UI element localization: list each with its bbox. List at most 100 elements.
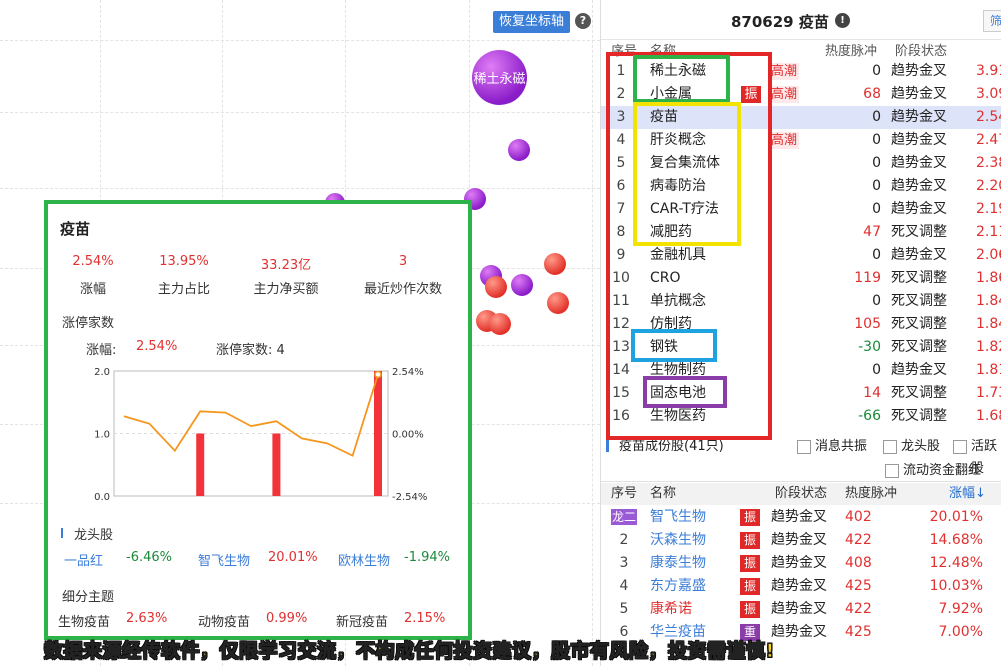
news-checkbox[interactable] <box>797 440 811 454</box>
subtheme-title: 细分主题 <box>62 590 115 605</box>
leader-name[interactable]: 智飞生物 <box>198 550 250 569</box>
stage-status: 死叉调整 <box>891 339 947 355</box>
heat-value: 105 <box>854 316 881 332</box>
disclaimer-banner: 数据来源经传软件，仅限学习交流，不构成任何投资建议，股市有风险，投资需谨慎! <box>44 640 775 663</box>
change-value: 3.09 <box>976 86 1001 102</box>
col-change-sorted[interactable]: 涨幅↓ <box>949 483 986 505</box>
heat-value: 0 <box>872 132 881 148</box>
right-tick-label: -2.54% <box>392 492 427 501</box>
flow-option-label[interactable]: 流动资金翻红 <box>903 460 981 482</box>
col-heat[interactable]: 热度脉冲 <box>825 40 877 59</box>
leader-checkbox[interactable] <box>883 440 897 454</box>
restore-axis-button[interactable]: 恢复坐标轴 <box>493 11 571 33</box>
highlight-box-blue <box>631 329 717 362</box>
news-option-label[interactable]: 消息共振 <box>815 436 867 458</box>
change-value: 2.06 <box>976 247 1001 263</box>
stat-value: 33.23亿 <box>260 258 312 273</box>
col-stage[interactable]: 阶段状态 <box>775 483 827 505</box>
col-idx[interactable]: 序号 <box>611 483 637 505</box>
limit-up-title: 涨停家数 <box>62 316 115 331</box>
change-value: 1.73 <box>976 385 1001 401</box>
active-checkbox[interactable] <box>953 440 967 454</box>
subtheme-name: 新冠疫苗 <box>336 615 389 630</box>
bubble-sector[interactable] <box>485 276 507 298</box>
stock-row[interactable]: 3 康泰生物 振趋势金叉 408 12.48% <box>601 552 1001 575</box>
stat-label: 主力净买额 <box>253 282 319 297</box>
stock-row[interactable]: 2 沃森生物 振趋势金叉 422 14.68% <box>601 529 1001 552</box>
stock-row[interactable]: 5 康希诺 振趋势金叉 422 7.92% <box>601 598 1001 621</box>
row-index: 5 <box>619 601 629 617</box>
leader-value: -6.46% <box>126 550 172 565</box>
stock-name[interactable]: 东方嘉盛 <box>650 575 706 598</box>
stage-status: 趋势金叉 <box>771 578 827 594</box>
leader-badge: 龙二 <box>611 509 637 525</box>
limit-change-label: 涨幅: <box>86 343 117 358</box>
resonance-badge: 振 <box>740 578 760 595</box>
limit-up-chart: 2.0 1.0 0.0 2.54% 0.00% -2.54% <box>94 367 427 501</box>
help-icon[interactable]: ? <box>575 13 591 29</box>
change-value: 2.47 <box>976 132 1001 148</box>
stage-status: 死叉调整 <box>891 316 947 332</box>
change-value: 12.48% <box>929 555 983 571</box>
heat-value: -66 <box>858 408 881 424</box>
change-value: 2.20 <box>976 178 1001 194</box>
right-tick-label: 0.00% <box>392 430 424 441</box>
heat-value: 402 <box>845 509 872 525</box>
limit-up-bar <box>374 371 382 496</box>
gridline <box>0 188 600 189</box>
stage-status: 趋势金叉 <box>891 247 947 263</box>
leader-value: -1.94% <box>404 550 450 565</box>
change-line-endpoint <box>374 370 382 379</box>
limit-up-bar <box>196 433 205 496</box>
change-value: 2.11 <box>976 224 1001 240</box>
stage-status: 趋势金叉 <box>891 63 947 79</box>
limit-count-label: 涨停家数: 4 <box>216 343 285 358</box>
stage-status: 趋势金叉 <box>771 509 827 525</box>
info-icon[interactable]: ! <box>835 13 850 28</box>
stat-label: 主力占比 <box>157 282 210 297</box>
stock-name[interactable]: 康希诺 <box>650 598 692 621</box>
bubble-sector[interactable]: 稀土永磁 <box>472 50 527 105</box>
limit-up-bar <box>272 433 281 496</box>
stat-label: 最近炒作次数 <box>363 282 442 297</box>
stage-status: 趋势金叉 <box>891 132 947 148</box>
bubble-sector[interactable] <box>547 292 569 314</box>
stock-name[interactable]: 智飞生物 <box>650 506 706 529</box>
heat-value: 422 <box>845 601 872 617</box>
components-options: 流动资金翻红 <box>601 460 1001 482</box>
section-marker <box>61 528 63 538</box>
stage-status: 趋势金叉 <box>771 624 827 640</box>
tooltip-title: 疫苗 <box>60 220 91 238</box>
limit-change-value: 2.54% <box>136 339 178 354</box>
filter-button[interactable]: 筛 <box>983 10 1001 32</box>
stock-row[interactable]: 4 东方嘉盛 振趋势金叉 425 10.03% <box>601 575 1001 598</box>
bubble-sector[interactable] <box>544 253 566 275</box>
col-heat[interactable]: 热度脉冲 <box>845 483 897 505</box>
bubble-sector[interactable] <box>508 139 530 161</box>
stage-status: 趋势金叉 <box>891 86 947 102</box>
resonance-badge: 振 <box>740 509 760 526</box>
change-value: 20.01% <box>929 509 983 525</box>
stock-name[interactable]: 沃森生物 <box>650 529 706 552</box>
row-index: 3 <box>619 555 629 571</box>
row-index: 2 <box>619 532 629 548</box>
stock-row[interactable]: 龙二 智飞生物 振趋势金叉 402 20.01% <box>601 506 1001 529</box>
change-value: 2.54 <box>976 109 1001 125</box>
change-value: 7.00% <box>938 624 983 640</box>
leader-name[interactable]: 欧林生物 <box>338 550 390 569</box>
stock-name[interactable]: 康泰生物 <box>650 552 706 575</box>
highlight-box-green <box>633 55 730 103</box>
sector-tooltip: 疫苗 2.54% 13.95% 33.23亿 3 涨幅 主力占比 主力净买额 最… <box>44 200 472 640</box>
col-stage[interactable]: 阶段状态 <box>895 40 947 59</box>
leader-name[interactable]: 一品红 <box>64 550 103 569</box>
subtheme-name: 生物疫苗 <box>58 615 111 630</box>
col-name[interactable]: 名称 <box>650 483 676 505</box>
stage-status: 趋势金叉 <box>891 362 947 378</box>
heat-value: 425 <box>845 624 872 640</box>
flow-checkbox[interactable] <box>885 464 899 478</box>
change-value: 1.82 <box>976 339 1001 355</box>
leader-option-label[interactable]: 龙头股 <box>901 436 940 458</box>
bubble-sector[interactable] <box>489 313 511 335</box>
heat-value: 0 <box>872 63 881 79</box>
bubble-sector[interactable] <box>511 274 533 296</box>
